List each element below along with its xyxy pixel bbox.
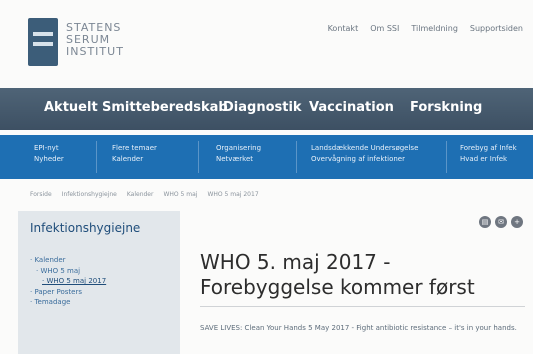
main-nav-vaccination[interactable]: Vaccination — [309, 100, 394, 115]
share-icon[interactable]: + — [511, 216, 523, 228]
sidebar-item-label: WHO 5 maj — [40, 266, 81, 275]
logo-text: STATENS SERUM INSTITUT — [66, 22, 124, 58]
sub-nav-item-4[interactable]: Landsdækkende Undersøgelse Overvågning a… — [311, 143, 418, 165]
content-intro: SAVE LIVES: Clean Your Hands 5 May 2017 … — [200, 324, 517, 332]
sidebar-item-label: Paper Posters — [34, 287, 82, 296]
main-nav: Aktuelt Smitteberedskab Diagnostik Vacci… — [0, 88, 533, 130]
page-title: WHO 5. maj 2017 - Forebyggelse kommer fø… — [200, 250, 475, 299]
utility-links: Kontakt Om SSI Tilmeldning Supportsiden — [328, 24, 523, 33]
main-nav-forskning[interactable]: Forskning — [410, 100, 482, 115]
sidebar-item-who-5-maj[interactable]: · WHO 5 maj — [30, 266, 106, 277]
sub-nav-item-5-line-2: Hvad er Infek — [460, 155, 508, 163]
sidebar-item-label: Kalender — [34, 256, 66, 264]
utility-link-support[interactable]: Supportsiden — [470, 24, 523, 33]
sidebar-item-label: WHO 5 maj 2017 — [46, 277, 107, 285]
breadcrumb-item[interactable]: WHO 5 maj — [163, 191, 197, 198]
sidebar-list: · Kalender · WHO 5 maj · WHO 5 maj 2017 … — [30, 255, 106, 308]
breadcrumb-item[interactable]: Kalender — [127, 191, 154, 198]
sub-nav-item-1-line-2: Nyheder — [34, 155, 64, 163]
sidebar-item-paper-posters[interactable]: · Paper Posters — [30, 287, 106, 298]
ssi-logo[interactable]: STATENS SERUM INSTITUT — [28, 18, 148, 74]
sub-nav-divider — [296, 141, 297, 173]
main-nav-aktuelt[interactable]: Aktuelt — [44, 100, 98, 115]
sidebar: Infektionshygiejne · Kalender · WHO 5 ma… — [18, 211, 180, 354]
sub-nav-item-2[interactable]: Flere temaer Kalender — [112, 143, 157, 165]
sub-nav-item-2-line-1: Flere temaer — [112, 144, 157, 152]
print-icon[interactable]: ▤ — [479, 216, 491, 228]
main-nav-smitteberedskab[interactable]: Smitteberedskab — [102, 100, 228, 115]
email-icon[interactable]: ✉ — [495, 216, 507, 228]
page: STATENS SERUM INSTITUT Kontakt Om SSI Ti… — [0, 0, 533, 354]
sub-nav-item-3-line-1: Organisering — [216, 144, 262, 152]
utility-link-om-ssi[interactable]: Om SSI — [370, 24, 399, 33]
title-divider — [200, 306, 525, 307]
logo-building-icon — [28, 18, 58, 66]
sub-nav-item-3[interactable]: Organisering Netværket — [216, 143, 261, 165]
sidebar-item-who-5-maj-2017[interactable]: · WHO 5 maj 2017 — [30, 276, 106, 287]
sidebar-item-temadage[interactable]: · Temadage — [30, 297, 106, 308]
sidebar-item-label: Temadage — [34, 298, 71, 306]
logo-line-3: INSTITUT — [66, 45, 124, 58]
sub-nav-item-5-line-1: Forebyg af Infek — [460, 144, 517, 152]
sub-nav-divider — [198, 141, 199, 173]
breadcrumb-current: WHO 5 maj 2017 — [207, 191, 259, 198]
breadcrumb: Forside Infektionshygiejne Kalender WHO … — [30, 191, 259, 198]
sub-nav-divider — [96, 141, 97, 173]
sub-nav-item-2-line-2: Kalender — [112, 155, 144, 163]
sidebar-title[interactable]: Infektionshygiejne — [30, 221, 140, 235]
sub-nav-item-4-line-2: Overvågning af infektioner — [311, 155, 405, 163]
utility-link-kontakt[interactable]: Kontakt — [328, 24, 359, 33]
sub-nav-item-1-line-1: EPI-nyt — [34, 144, 59, 152]
page-tools: ▤ ✉ + — [479, 216, 523, 228]
sub-nav-item-3-line-2: Netværket — [216, 155, 254, 163]
sub-nav-item-1[interactable]: EPI-nyt Nyheder — [34, 143, 64, 165]
header: STATENS SERUM INSTITUT Kontakt Om SSI Ti… — [0, 0, 533, 82]
sub-nav-item-4-line-1: Landsdækkende Undersøgelse — [311, 144, 419, 152]
breadcrumb-item[interactable]: Infektionshygiejne — [62, 191, 117, 198]
breadcrumb-item[interactable]: Forside — [30, 191, 52, 198]
sub-nav: EPI-nyt Nyheder Flere temaer Kalender Or… — [0, 135, 533, 179]
main-nav-diagnostik[interactable]: Diagnostik — [223, 100, 302, 115]
utility-link-tilmeldning[interactable]: Tilmeldning — [411, 24, 458, 33]
sidebar-item-kalender[interactable]: · Kalender — [30, 255, 106, 266]
sub-nav-item-5[interactable]: Forebyg af Infek Hvad er Infek — [460, 143, 517, 165]
sub-nav-divider — [446, 141, 447, 173]
